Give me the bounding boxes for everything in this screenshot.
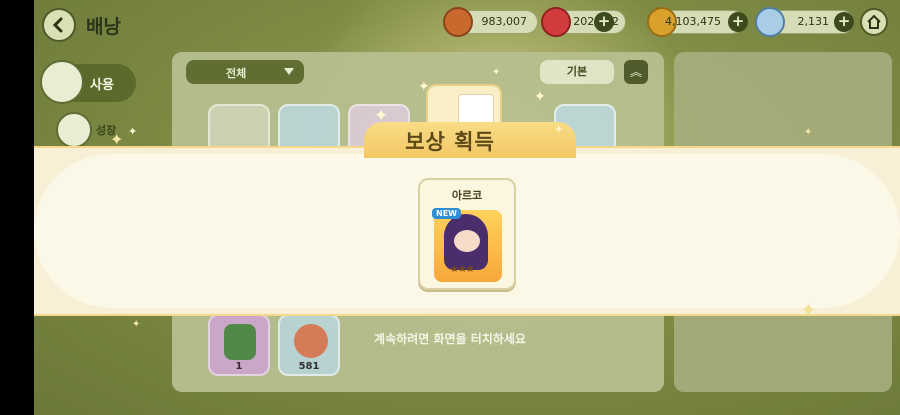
page-title: 배낭: [86, 16, 121, 38]
character-portrait: ★★★: [434, 210, 502, 282]
sparkle-icon: ✦: [800, 298, 817, 322]
reward-item-card[interactable]: 아르코 ★★★ NEW: [418, 178, 516, 290]
chevron-left-icon: [52, 17, 63, 33]
sort-button[interactable]: 기본: [540, 60, 614, 84]
sparkle-icon: ✦: [128, 125, 138, 138]
sparkle-icon: ✦: [418, 79, 430, 95]
sparkle-icon: ✦: [492, 67, 501, 78]
game-screen[interactable]: 배낭 983,007 202/202 + 4,103,475 + 2,131 +…: [34, 0, 900, 415]
home-button[interactable]: [860, 8, 888, 36]
slot-count: 1: [235, 361, 243, 372]
category-filter-dropdown[interactable]: 전체: [186, 60, 304, 84]
slot-count: 581: [298, 361, 320, 372]
sort-order-toggle[interactable]: ︽: [624, 60, 648, 84]
character-face: [454, 230, 480, 252]
sidebar-item-label: 사용: [90, 78, 114, 93]
star-rating-icon: ★★★: [450, 264, 475, 275]
add-butterfly-button[interactable]: +: [834, 12, 854, 32]
new-badge: NEW: [432, 208, 461, 219]
sparkle-icon: ✦: [804, 127, 813, 138]
bag-icon: [40, 60, 84, 104]
reward-item-name: 아르코: [451, 189, 483, 202]
sparkle-icon: ✦: [110, 130, 124, 149]
currency-gold-value: 4,103,475: [665, 15, 721, 28]
continue-hint: 계속하려면 화면을 터치하세요: [374, 332, 526, 346]
energy-icon: [541, 7, 571, 37]
coin-icon: [443, 7, 473, 37]
sparkle-icon: ✦: [534, 89, 546, 105]
add-gold-button[interactable]: +: [728, 12, 748, 32]
chevron-up-icon: ︽: [629, 65, 642, 79]
currency-coin-value: 983,007: [481, 15, 528, 28]
sparkle-icon: ✦: [132, 319, 141, 330]
currency-energy: 202/202: [541, 7, 626, 37]
reward-title: 보상 획득: [405, 130, 495, 154]
back-button[interactable]: [42, 8, 76, 42]
currency-butterfly-value: 2,131: [797, 15, 830, 28]
filter-label: 전체: [226, 67, 247, 80]
home-icon: [867, 14, 881, 29]
chevron-down-icon: [284, 68, 294, 75]
butterfly-icon: [755, 7, 785, 37]
currency-coin: 983,007: [443, 7, 538, 37]
sparkle-icon: ✦: [374, 106, 389, 126]
add-energy-button[interactable]: +: [594, 12, 614, 32]
sparkle-icon: ✦: [554, 123, 564, 136]
sidebar-item-use[interactable]: 사용: [40, 60, 136, 104]
